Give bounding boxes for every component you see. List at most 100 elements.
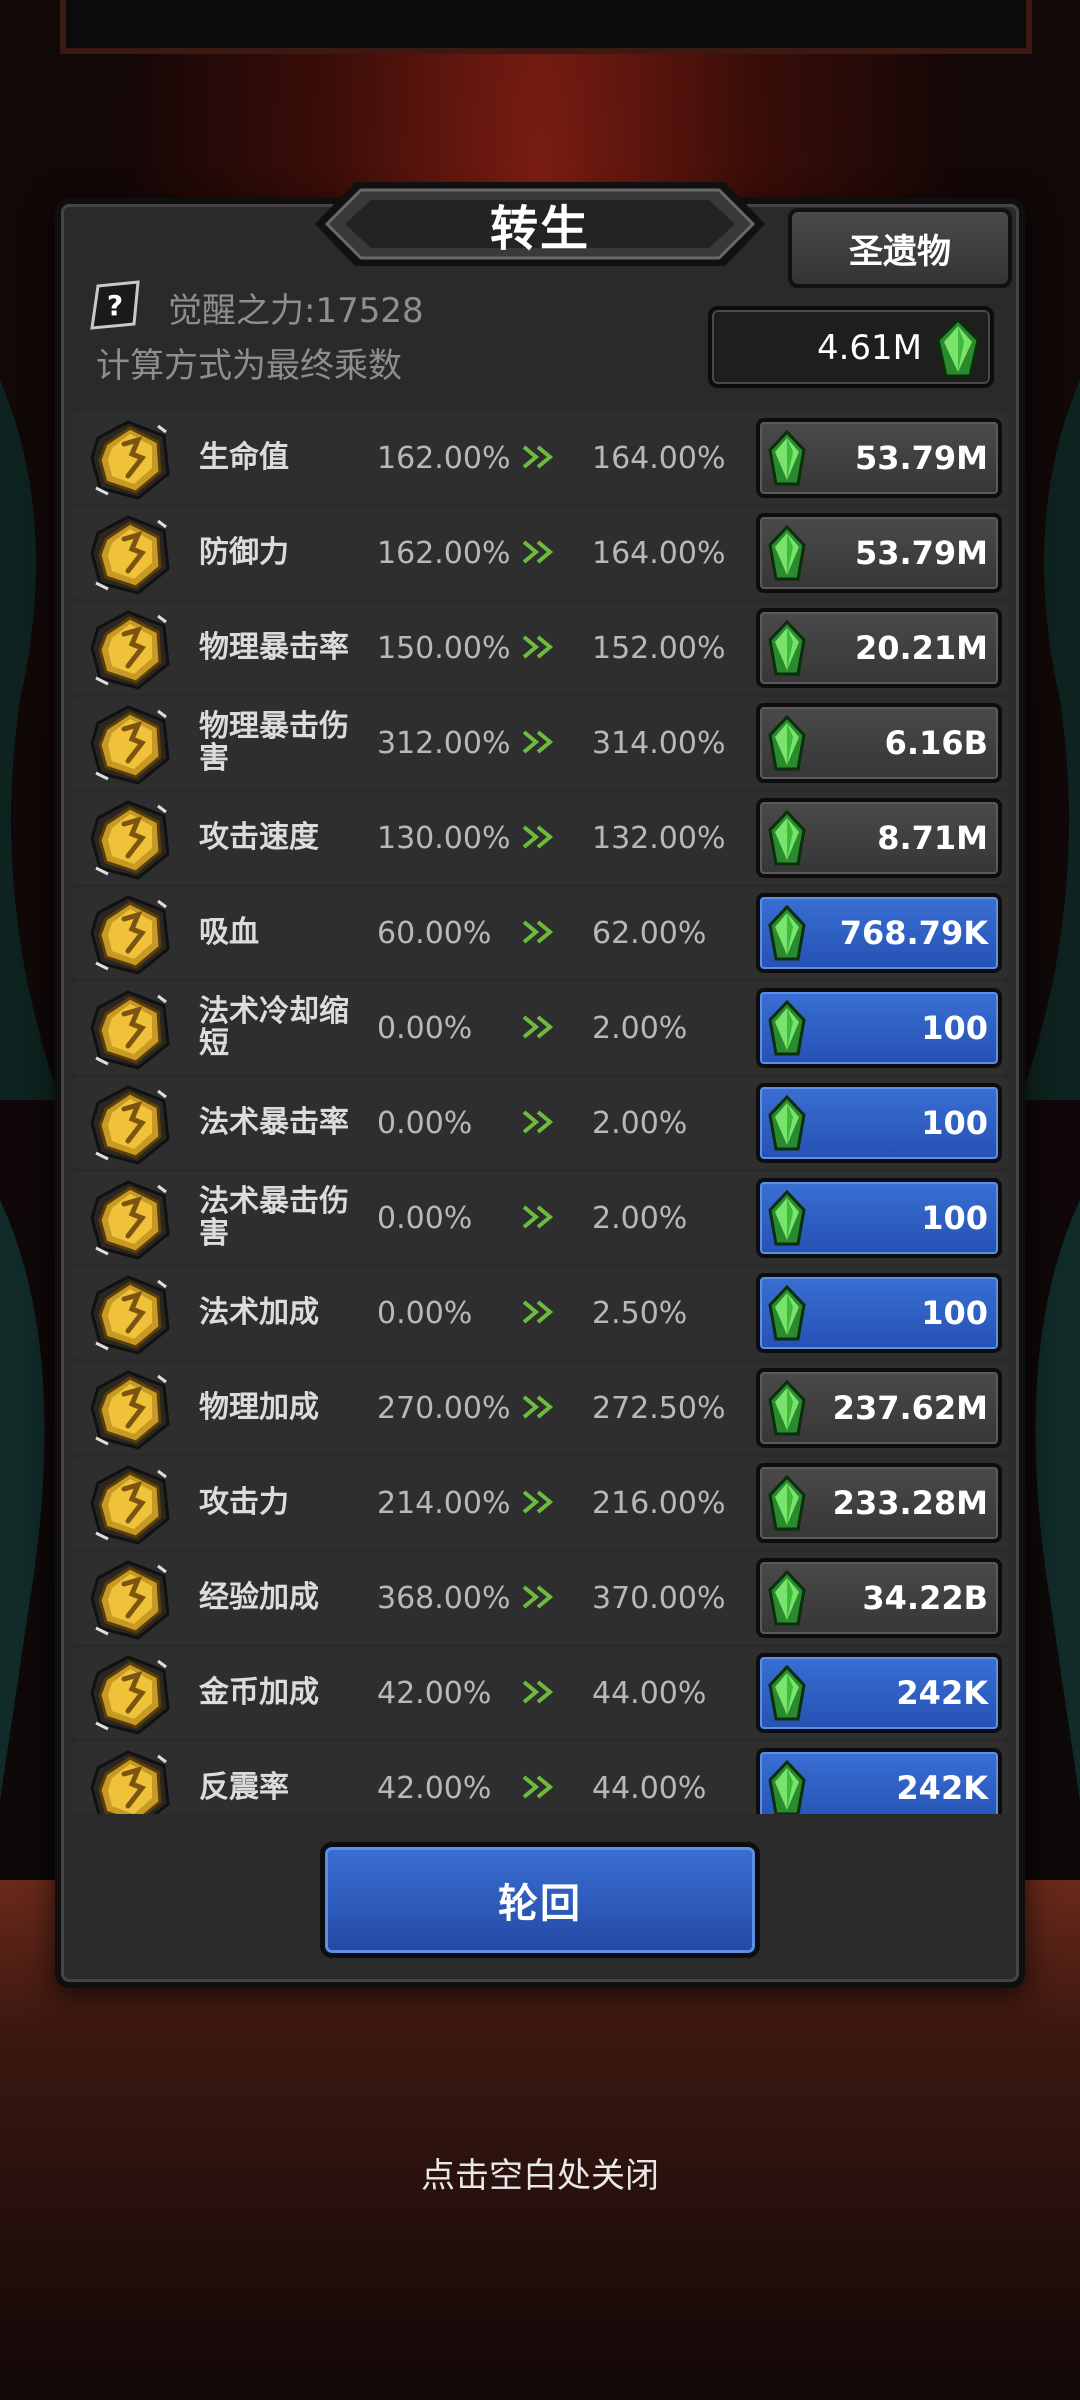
stat-row: 法术暴击率 0.00% 2.00% 100 [72,1077,1008,1169]
upgrade-cost: 20.21M [854,629,988,667]
green-gem-icon [766,1094,808,1153]
stat-current-value: 60.00% [377,915,492,951]
stat-current-value: 42.00% [377,1770,492,1806]
double-arrow-icon [522,824,558,850]
upgrade-cost: 6.16B [884,724,988,762]
stat-name: 经验加成 [199,1580,319,1615]
stat-row: 物理加成 270.00% 272.50% 237.62M [72,1362,1008,1454]
upgrade-cost-button[interactable]: 242K [756,1748,1002,1814]
double-arrow-icon [522,444,558,470]
upgrade-cost: 237.62M [832,1389,988,1427]
stat-current-value: 162.00% [377,440,511,476]
green-gem-icon [766,1474,808,1533]
currency-display: 4.61M [708,306,994,388]
upgrade-cost: 53.79M [854,534,988,572]
top-frame [60,0,1032,54]
stat-row: 法术暴击伤害 0.00% 2.00% 100 [72,1172,1008,1264]
green-gem-icon [766,809,808,868]
calculation-note: 计算方式为最终乘数 [96,346,402,386]
stat-name: 法术冷却缩短 [199,994,349,1061]
double-arrow-icon [522,1204,558,1230]
relic-button[interactable]: 圣遗物 [788,208,1012,288]
upgrade-cost-button[interactable]: 53.79M [756,513,1002,593]
rune-icon [88,1558,172,1642]
upgrade-cost-button[interactable]: 233.28M [756,1463,1002,1543]
rebirth-button[interactable]: 轮回 [320,1842,760,1958]
green-gem-icon [766,999,808,1058]
green-gem-icon [766,1189,808,1248]
upgrade-cost-button[interactable]: 100 [756,1178,1002,1258]
stat-name: 金币加成 [199,1675,319,1710]
double-arrow-icon [522,1014,558,1040]
stat-row: 生命值 162.00% 164.00% 53.79M [72,412,1008,504]
stat-next-value: 44.00% [592,1770,707,1806]
stat-current-value: 42.00% [377,1675,492,1711]
double-arrow-icon [522,1299,558,1325]
stat-next-value: 2.50% [592,1295,688,1331]
green-gem-icon [766,619,808,678]
rune-icon [88,893,172,977]
stat-current-value: 162.00% [377,535,511,571]
double-arrow-icon [522,1584,558,1610]
upgrade-cost-button[interactable]: 768.79K [756,893,1002,973]
rune-icon [88,608,172,692]
stat-name: 吸血 [199,915,259,950]
green-gem-icon [766,1379,808,1438]
stat-row: 攻击力 214.00% 216.00% 233.28M [72,1457,1008,1549]
upgrade-cost-button[interactable]: 100 [756,1083,1002,1163]
stat-current-value: 368.00% [377,1580,511,1616]
upgrade-cost-button[interactable]: 100 [756,1273,1002,1353]
green-gem-icon [766,1569,808,1628]
close-hint: 点击空白处关闭 [421,2156,659,2196]
rune-icon [88,513,172,597]
rune-icon [88,988,172,1072]
stat-row: 法术加成 0.00% 2.50% 100 [72,1267,1008,1359]
awaken-power-text: 觉醒之力:17528 [168,291,424,331]
double-arrow-icon [522,539,558,565]
help-icon[interactable]: ? [90,280,140,330]
green-gem-icon [936,318,980,378]
upgrade-cost: 100 [921,1294,988,1332]
double-arrow-icon [522,919,558,945]
upgrade-cost: 34.22B [862,1579,988,1617]
stat-next-value: 62.00% [592,915,707,951]
upgrade-cost-button[interactable]: 100 [756,988,1002,1068]
upgrade-cost: 100 [921,1199,988,1237]
currency-value: 4.61M [816,328,922,368]
stat-next-value: 370.00% [592,1580,726,1616]
stat-row: 法术冷却缩短 0.00% 2.00% 100 [72,982,1008,1074]
stat-next-value: 216.00% [592,1485,726,1521]
green-gem-icon [766,1664,808,1723]
stat-next-value: 2.00% [592,1200,688,1236]
page-title: 转生 [489,201,590,257]
stat-next-value: 132.00% [592,820,726,856]
upgrade-cost-button[interactable]: 6.16B [756,703,1002,783]
double-arrow-icon [522,1489,558,1515]
upgrade-cost-button[interactable]: 34.22B [756,1558,1002,1638]
upgrade-cost-button[interactable]: 20.21M [756,608,1002,688]
upgrade-cost-button[interactable]: 8.71M [756,798,1002,878]
stat-name: 法术加成 [199,1295,319,1330]
stat-row: 物理暴击伤害 312.00% 314.00% 6.16B [72,697,1008,789]
upgrade-cost-button[interactable]: 237.62M [756,1368,1002,1448]
green-gem-icon [766,524,808,583]
upgrade-cost: 233.28M [832,1484,988,1522]
stat-current-value: 0.00% [377,1010,473,1046]
stat-row: 金币加成 42.00% 44.00% 242K [72,1647,1008,1739]
stat-row: 吸血 60.00% 62.00% 768.79K [72,887,1008,979]
stat-current-value: 0.00% [377,1200,473,1236]
stat-name: 防御力 [199,535,289,570]
stat-name: 物理暴击伤害 [199,709,349,776]
stat-list[interactable]: 生命值 162.00% 164.00% 53.79M 防御力 162.00% 1… [72,412,1008,1814]
stat-row: 物理暴击率 150.00% 152.00% 20.21M [72,602,1008,694]
stat-current-value: 0.00% [377,1105,473,1141]
rune-icon [88,1653,172,1737]
upgrade-cost: 768.79K [839,914,988,952]
double-arrow-icon [522,1109,558,1135]
stat-name: 生命值 [199,440,289,475]
stat-row: 攻击速度 130.00% 132.00% 8.71M [72,792,1008,884]
upgrade-cost-button[interactable]: 242K [756,1653,1002,1733]
double-arrow-icon [522,1679,558,1705]
stat-name: 攻击速度 [199,820,319,855]
upgrade-cost-button[interactable]: 53.79M [756,418,1002,498]
